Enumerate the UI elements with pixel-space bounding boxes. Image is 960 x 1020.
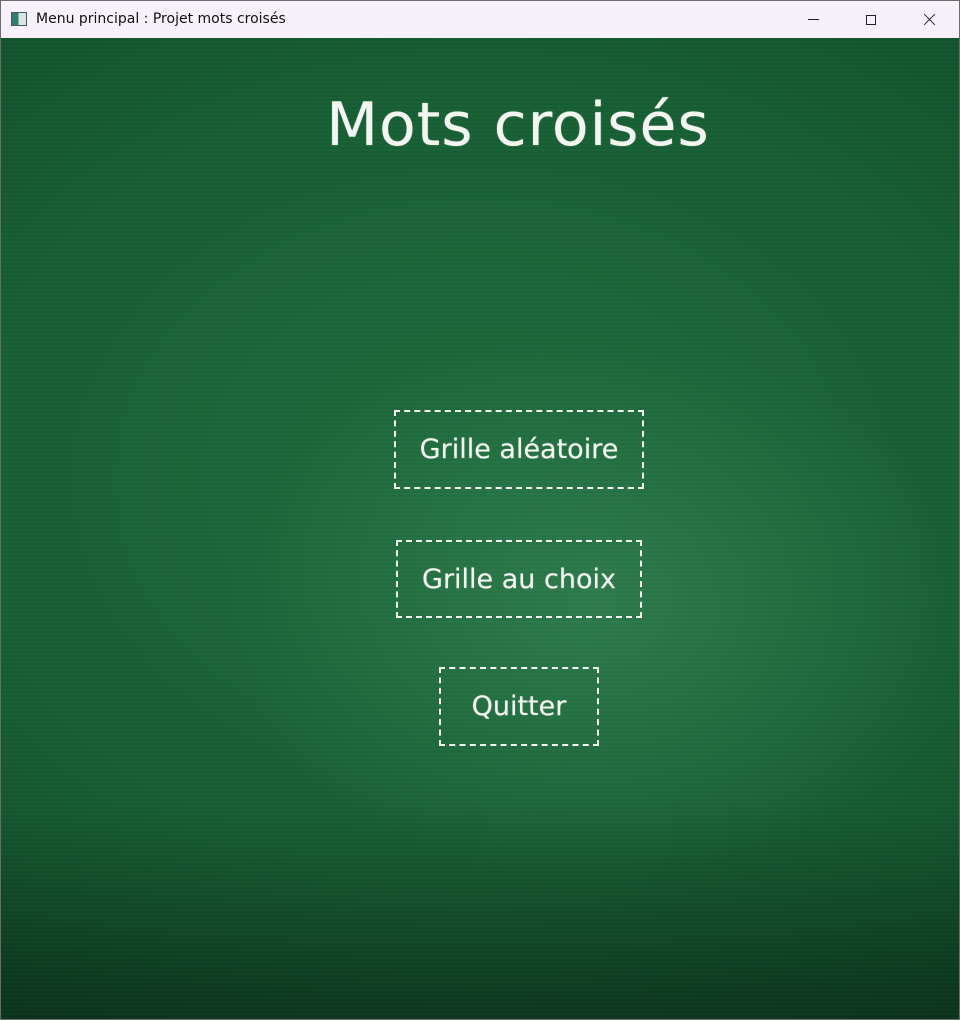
quit-button[interactable]: Quitter <box>439 667 599 746</box>
window-title: Menu principal : Projet mots croisés <box>36 11 286 27</box>
title-bar[interactable]: Menu principal : Projet mots croisés <box>1 1 959 38</box>
random-grid-button[interactable]: Grille aléatoire <box>394 410 644 489</box>
page-title: Mots croisés <box>326 90 710 160</box>
chosen-grid-button[interactable]: Grille au choix <box>396 540 642 618</box>
minimize-icon <box>807 19 819 20</box>
close-icon <box>923 13 936 26</box>
maximize-button[interactable] <box>842 1 900 38</box>
app-window: Menu principal : Projet mots croisés Mot… <box>0 0 960 1020</box>
app-icon <box>11 12 27 26</box>
minimize-button[interactable] <box>784 1 842 38</box>
maximize-icon <box>866 14 876 25</box>
chalkboard-background: Mots croisés Grille aléatoire Grille au … <box>1 38 959 1019</box>
close-button[interactable] <box>900 1 958 38</box>
